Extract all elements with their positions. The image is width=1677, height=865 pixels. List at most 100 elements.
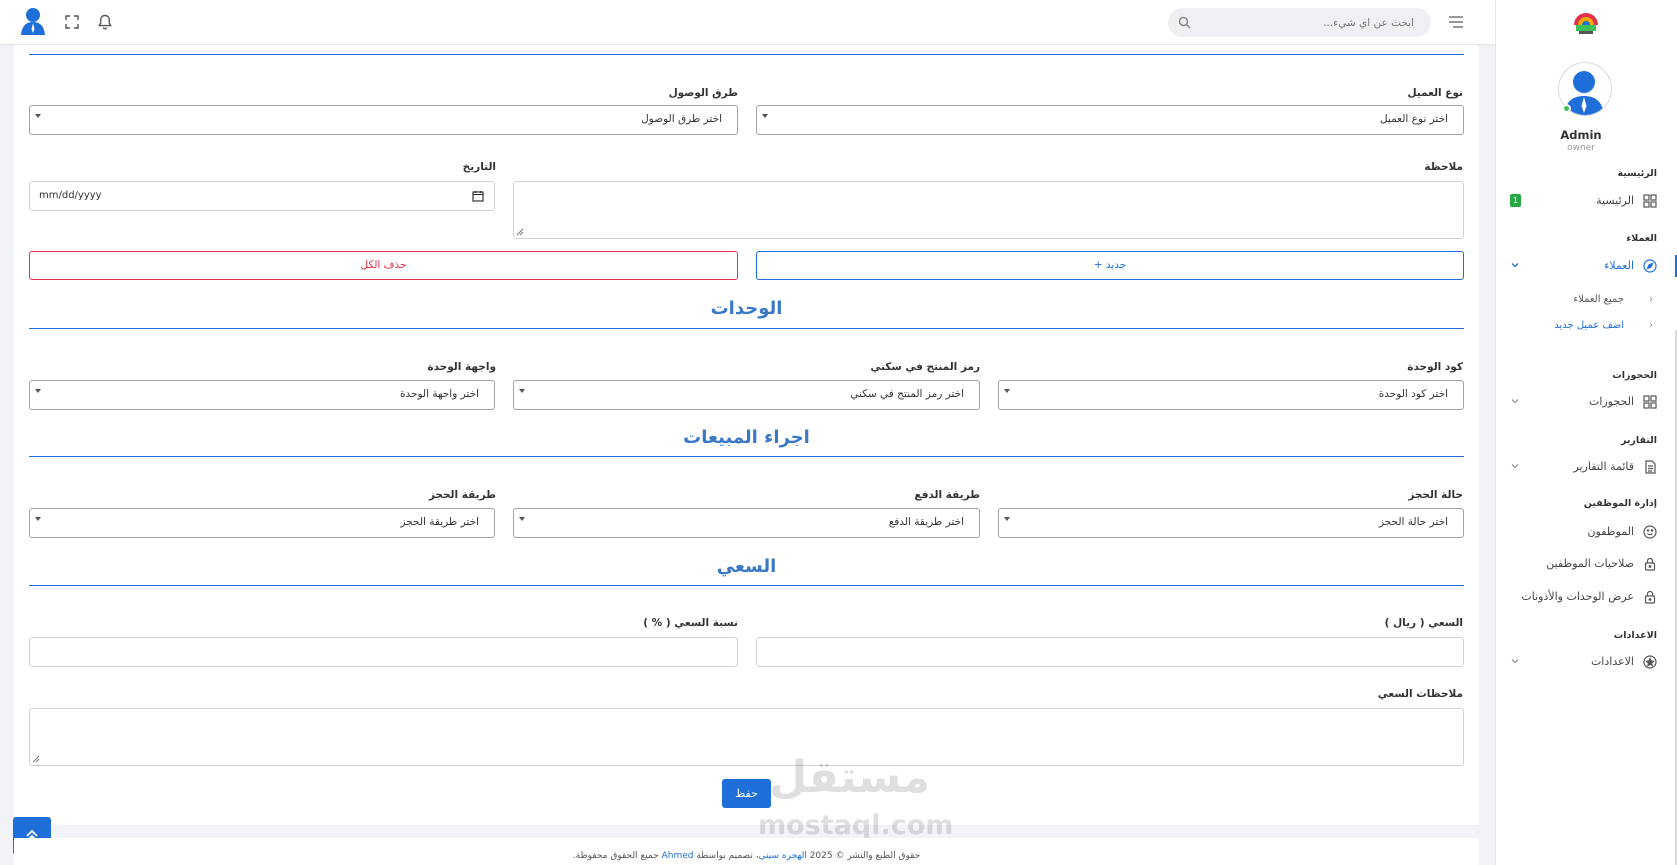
- note-label: ملاحظة: [1424, 161, 1463, 173]
- notification-badge: 1: [1510, 194, 1521, 207]
- footer-copyright: حقوق الطبع والنشر © 2025: [809, 851, 921, 861]
- units-section-title: الوحدات: [710, 298, 783, 319]
- document-icon: [1643, 460, 1657, 474]
- booking-status-label: حالة الحجز: [1408, 489, 1463, 501]
- sidebar-item-employees[interactable]: الموظفون: [1495, 519, 1677, 545]
- sidebar-item-label: صلاحيات الموظفين: [1546, 557, 1634, 570]
- caret-down-icon: [35, 114, 41, 118]
- watermark: مستقل mostaql.com: [758, 752, 953, 842]
- chevron-down-icon: [1510, 260, 1520, 270]
- footer-rights: جميع الحقوق محفوظة.: [572, 851, 659, 861]
- unit-code-label: كود الوحدة: [1407, 361, 1463, 373]
- resize-grip-icon[interactable]: [516, 228, 524, 236]
- commission-amount-label: السعي ( ريال ): [1384, 617, 1463, 629]
- watermark-arabic: مستقل: [769, 752, 930, 803]
- sidebar-section-settings: الاعدادات: [1613, 630, 1657, 641]
- select-value: اختر طريقة الدفع: [888, 516, 964, 528]
- caret-down-icon: [1004, 517, 1010, 521]
- sidebar-item-units-permissions[interactable]: عرض الوحدات والأذونات: [1495, 584, 1677, 610]
- select-value: اختر حالة الحجز: [1378, 516, 1448, 528]
- unit-facade-select[interactable]: اختر واجهة الوحدة: [29, 380, 495, 410]
- sidebar-item-label: الموظفون: [1587, 525, 1634, 538]
- footer-designed-by: ، تصميم بواسطة: [696, 851, 759, 861]
- access-method-label: طرق الوصول: [668, 87, 738, 99]
- chevron-down-icon: [1510, 461, 1520, 471]
- chevron-down-icon: [1510, 396, 1520, 406]
- menu-icon[interactable]: [1447, 14, 1465, 30]
- sku-select[interactable]: اختر رمز المنتج في سكني: [513, 380, 980, 410]
- caret-down-icon: [519, 517, 525, 521]
- sales-section-title: اجراء المبيعات: [683, 427, 810, 448]
- sidebar-item-reports-list[interactable]: قائمة التقارير: [1495, 454, 1677, 480]
- search-icon[interactable]: [1178, 16, 1191, 29]
- sidebar-item-settings[interactable]: الاعدادات: [1495, 649, 1677, 675]
- unit-facade-label: واجهة الوحدة: [427, 361, 496, 373]
- sidebar-item-bookings[interactable]: الحجوزات: [1495, 389, 1677, 415]
- delete-all-button[interactable]: حذف الكل: [29, 251, 738, 280]
- caret-down-icon: [1004, 389, 1010, 393]
- caret-down-icon: [519, 389, 525, 393]
- user-avatar[interactable]: [20, 7, 46, 35]
- commission-amount-input[interactable]: [756, 637, 1464, 667]
- commission-percent-input[interactable]: [29, 637, 738, 667]
- chevron-left-icon: ‹: [1649, 294, 1653, 305]
- add-new-button[interactable]: جديد +: [756, 251, 1464, 280]
- footer-brand-link[interactable]: الهجره سيتي: [759, 851, 807, 861]
- sidebar-subitem-add-client[interactable]: ‹ اضف عميل جديد: [1495, 316, 1677, 338]
- payment-method-select[interactable]: اختر طريقة الدفع: [513, 508, 980, 538]
- date-input[interactable]: mm/dd/yyyy: [29, 181, 495, 211]
- sidebar-section-home: الرئيسية: [1617, 168, 1657, 179]
- search-input[interactable]: [1198, 8, 1418, 37]
- select-value: اختر طرق الوصول: [641, 113, 722, 125]
- dashboard-icon: [1643, 194, 1657, 208]
- sidebar-item-employee-permissions[interactable]: صلاحيات الموظفين: [1495, 551, 1677, 577]
- access-method-select[interactable]: اختر طرق الوصول: [29, 105, 738, 135]
- sidebar-section-staff: إدارة الموظفين: [1583, 498, 1657, 509]
- logo[interactable]: [1570, 9, 1602, 35]
- booking-method-select[interactable]: اختر طريقة الحجز: [29, 508, 495, 538]
- sidebar-item-label: قائمة التقارير: [1573, 460, 1634, 473]
- sidebar-item-label: العملاء: [1604, 259, 1634, 272]
- save-button[interactable]: حفظ: [722, 779, 771, 808]
- commission-notes-textarea[interactable]: [29, 708, 1464, 766]
- section-divider: [29, 328, 1464, 329]
- lock-icon: [1643, 590, 1657, 604]
- chevron-down-icon: [1510, 656, 1520, 666]
- smiley-icon: [1643, 525, 1657, 539]
- date-placeholder: mm/dd/yyyy: [39, 190, 102, 201]
- note-textarea[interactable]: [513, 181, 1464, 239]
- sidebar-item-label: الاعدادات: [1590, 655, 1634, 668]
- select-value: اختر كود الوحدة: [1378, 388, 1448, 400]
- compass-icon: [1643, 259, 1657, 273]
- sidebar-subitem-all-clients[interactable]: ‹ جميع العملاء: [1495, 290, 1677, 312]
- commission-percent-label: نسبة السعي ( % ): [643, 617, 738, 629]
- lock-icon: [1643, 557, 1657, 571]
- commission-section-title: السعي: [716, 556, 777, 577]
- sidebar-section-bookings: الحجوزات: [1612, 370, 1657, 381]
- client-type-select[interactable]: اختر نوع العميل: [756, 105, 1464, 135]
- calendar-icon[interactable]: [472, 190, 484, 202]
- sidebar-subitem-label: اضف عميل جديد: [1554, 320, 1624, 331]
- unit-code-select[interactable]: اختر كود الوحدة: [998, 380, 1464, 410]
- sidebar-item-label: الرئيسية: [1596, 194, 1634, 207]
- profile-role: owner: [1567, 143, 1595, 153]
- footer-author-link[interactable]: Ahmed: [662, 851, 694, 861]
- booking-status-select[interactable]: اختر حالة الحجز: [998, 508, 1464, 538]
- fullscreen-icon[interactable]: [63, 13, 81, 31]
- sku-label: رمز المنتج في سكني: [870, 361, 980, 373]
- bell-icon[interactable]: [96, 13, 114, 31]
- resize-grip-icon[interactable]: [32, 755, 40, 763]
- sidebar-item-clients[interactable]: العملاء: [1495, 253, 1677, 279]
- select-value: اختر واجهة الوحدة: [399, 388, 479, 400]
- profile-name: Admin: [1560, 128, 1602, 142]
- online-status-dot: [1562, 104, 1571, 113]
- sidebar-section-reports: التقارير: [1620, 435, 1657, 446]
- grid-icon: [1643, 395, 1657, 409]
- sidebar-item-home[interactable]: الرئيسية 1: [1495, 188, 1677, 214]
- payment-method-label: طريقة الدفع: [914, 489, 980, 501]
- footer-text: حقوق الطبع والنشر © 2025 الهجره سيتي، تص…: [14, 851, 1479, 861]
- sidebar-item-label: عرض الوحدات والأذونات: [1521, 590, 1634, 603]
- sidebar-section-clients: العملاء: [1626, 233, 1657, 244]
- caret-down-icon: [35, 389, 41, 393]
- select-value: اختر نوع العميل: [1379, 113, 1448, 125]
